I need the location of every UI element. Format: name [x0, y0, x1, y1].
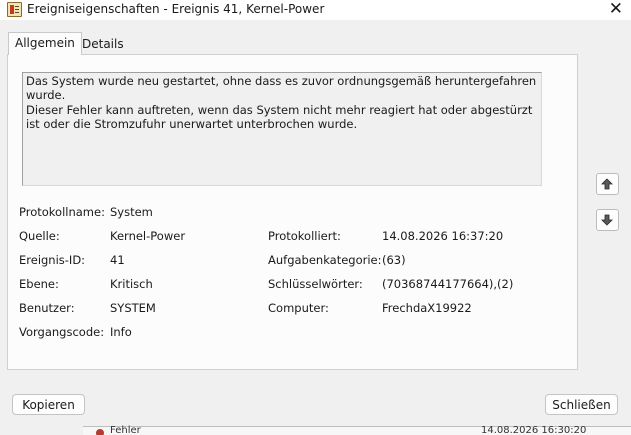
event-viewer-icon	[7, 2, 22, 17]
protokollname-value: System	[110, 205, 153, 219]
copy-button[interactable]: Kopieren	[12, 394, 85, 415]
vorgangscode-label: Vorgangscode:	[19, 325, 105, 339]
quelle-value: Kernel-Power	[110, 229, 186, 243]
event-description-box[interactable]: Das System wurde neu gestartet, ohne das…	[22, 72, 542, 186]
background-event-row: Fehler 14.08.2026 16:30:20	[0, 424, 631, 435]
vorgangscode-value: Info	[110, 325, 132, 339]
background-row-level: Fehler	[110, 425, 141, 435]
computer-value: FrechdaX19922	[382, 301, 472, 315]
ereignis-id-value: 41	[110, 253, 125, 267]
arrow-up-icon	[601, 178, 613, 190]
title-bar: Ereigniseigenschaften - Ereignis 41, Ker…	[0, 0, 631, 20]
schluesselwoerter-value: (70368744177664),(2)	[382, 277, 514, 291]
protokolliert-value: 14.08.2026 16:37:20	[382, 229, 504, 243]
background-row-timestamp: 14.08.2026 16:30:20	[481, 425, 587, 435]
protokolliert-label: Protokolliert:	[268, 229, 341, 243]
error-icon	[96, 429, 104, 435]
description-line-2: Dieser Fehler kann auftreten, wenn das S…	[26, 103, 533, 131]
ebene-label: Ebene:	[19, 277, 59, 291]
close-button[interactable]: Schließen	[545, 394, 618, 415]
general-panel: Das System wurde neu gestartet, ohne das…	[7, 54, 578, 370]
window-title: Ereigniseigenschaften - Ereignis 41, Ker…	[27, 2, 325, 16]
close-icon[interactable]: ✕	[609, 0, 623, 19]
ebene-value: Kritisch	[110, 277, 153, 291]
benutzer-label: Benutzer:	[19, 301, 75, 315]
arrow-down-icon	[601, 214, 613, 226]
tab-allgemein[interactable]: Allgemein	[8, 32, 82, 55]
protokollname-label: Protokollname:	[19, 205, 105, 219]
ereignis-id-label: Ereignis-ID:	[19, 253, 86, 267]
previous-event-button[interactable]	[596, 173, 619, 195]
quelle-label: Quelle:	[19, 229, 60, 243]
schluesselwoerter-label: Schlüsselwörter:	[268, 277, 363, 291]
aufgabenkategorie-label: Aufgabenkategorie:	[268, 253, 382, 267]
tab-details[interactable]: Details	[76, 36, 130, 54]
aufgabenkategorie-value: (63)	[382, 253, 406, 267]
computer-label: Computer:	[268, 301, 329, 315]
benutzer-value: SYSTEM	[110, 301, 156, 315]
next-event-button[interactable]	[596, 209, 619, 231]
description-line-1: Das System wurde neu gestartet, ohne das…	[26, 74, 537, 102]
